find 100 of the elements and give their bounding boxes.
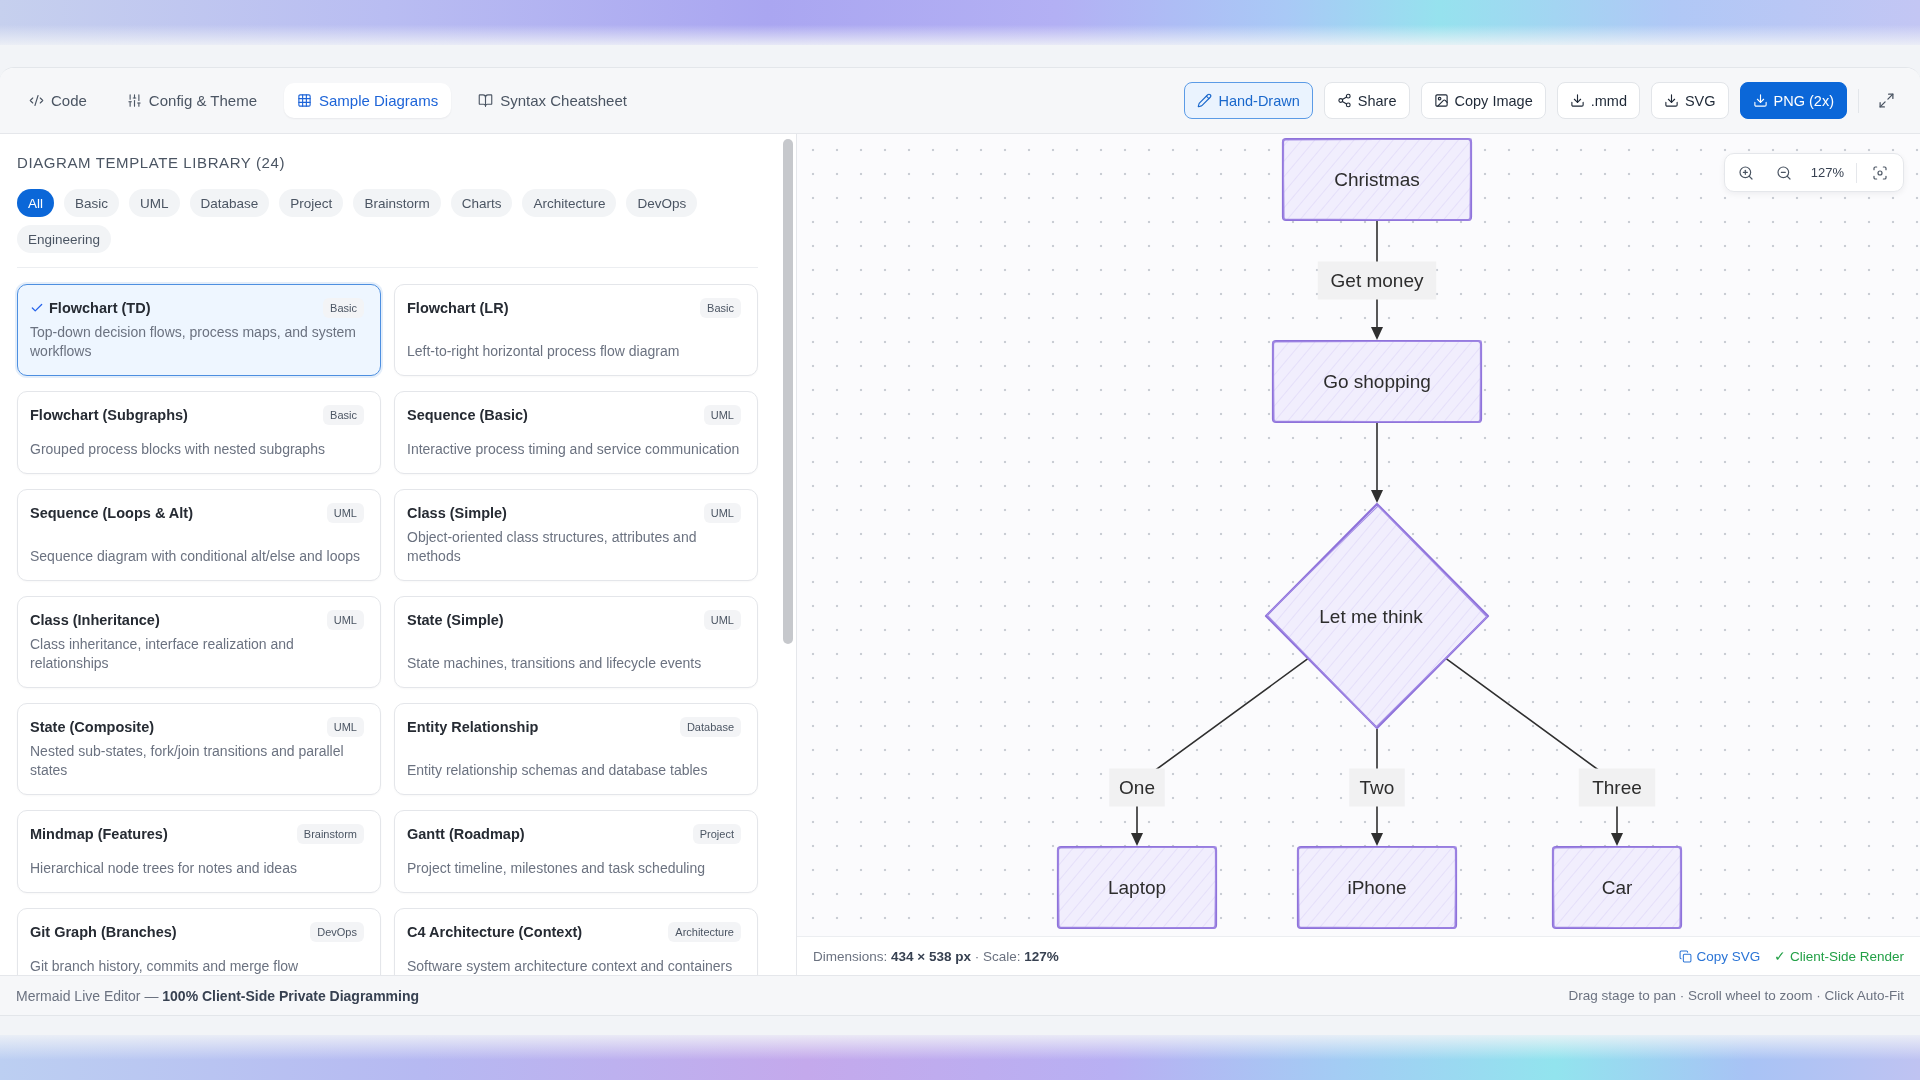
grid-icon [297,93,312,108]
template-card[interactable]: C4 Architecture (Context) Architecture Software system architecture context and containers [394,908,758,975]
filter-chip[interactable]: All [17,189,54,217]
expand-icon [1877,92,1895,109]
card-description: Top-down decision flows, process maps, and system workflows [30,323,358,361]
category-badge: Basic [700,298,741,318]
editor-tab[interactable]: Sample Diagrams [284,83,452,118]
category-badge: Basic [323,298,364,318]
editor-tab[interactable]: Config & Theme [113,83,270,118]
footer-hints: Drag stage to pan · Scroll wheel to zoom · Click Auto-Fit [1568,988,1904,1003]
template-card[interactable]: Sequence (Basic) UML Interactive process timing and service communication [394,391,758,474]
card-description: Nested sub-states, fork/join transitions and parallel states [30,742,345,780]
card-title: Sequence (Loops & Alt) [30,504,193,523]
sliders-icon [126,93,142,108]
category-badge: Brainstorm [296,824,364,844]
zoom-in-icon [1737,164,1754,181]
card-description: Sequence diagram with conditional alt/else and loops [30,547,361,566]
card-description: Interactive process timing and service communication [407,440,741,459]
edge-label: Get money [1317,261,1437,300]
filter-chip[interactable]: Engineering [17,225,112,253]
card-title: C4 Architecture (Context) [407,923,583,942]
share-icon [1336,93,1352,108]
category-badge: UML [703,610,741,630]
process-node: Go shopping [1271,339,1483,424]
card-title: Gantt (Roadmap) [407,825,525,844]
filter-chip[interactable]: DevOps [626,189,698,217]
category-badge: UML [326,610,364,630]
scrollbar-thumb[interactable] [783,139,793,644]
category-badge: UML [326,503,364,523]
process-node: iPhone [1296,845,1458,930]
template-card[interactable]: Class (Inheritance) UML Class inheritance, interface realization and relationships [17,596,381,688]
template-card[interactable]: State (Composite) UML Nested sub-states, fork/join transitions and parallel states [17,703,381,795]
template-card[interactable]: Gantt (Roadmap) Project Project timeline, milestones and task scheduling [394,810,758,893]
filter-chip[interactable]: Basic [64,189,120,217]
template-card[interactable]: Entity Relationship Database Entity relationship schemas and database tables [394,703,758,795]
card-title: Flowchart (TD) [49,299,151,318]
card-description: Left-to-right horizontal process flow diagram [407,342,681,361]
edge-label: Three [1578,768,1656,807]
edge-label: Two [1349,768,1405,807]
process-node: Laptop [1056,845,1218,930]
decision-node: Let me think [1264,502,1490,730]
download-icon [1752,93,1768,108]
template-card[interactable]: State (Simple) UML State machines, transitions and lifecycle events [394,596,758,688]
template-card[interactable]: Sequence (Loops & Alt) UML Sequence diagram with conditional alt/else and loops [17,489,381,581]
copy-svg-link[interactable]: Copy SVG [1679,948,1761,964]
image-icon [1433,93,1449,108]
category-badge: Database [679,717,741,737]
zoom-level: 127% [1809,165,1845,180]
card-title: Git Graph (Branches) [30,923,177,942]
footer-text: Mermaid Live Editor — 100% Client-Side Private Diagramming [16,987,420,1004]
section-title: DIAGRAM TEMPLATE LIBRARY (24) [17,154,287,172]
category-badge: Project [692,824,741,844]
zoom-out-icon [1775,164,1792,181]
filter-chip[interactable]: Database [189,189,270,217]
pencil-icon [1197,93,1213,108]
card-description: State machines, transitions and lifecycle events [407,654,703,673]
toolbar-button[interactable]: PNG (2x) [1739,82,1847,119]
filter-chip[interactable]: Charts [450,189,513,217]
toolbar-button[interactable]: Hand-Drawn [1184,82,1313,119]
card-description: Grouped process blocks with nested subgraphs [30,440,326,459]
template-card[interactable]: Flowchart (TD) Basic Top-down decision flows, process maps, and system workflows [17,284,381,376]
filter-chip[interactable]: Project [279,189,344,217]
canvas-info: Dimensions: 434 × 538 px · Scale: 127% [813,948,1059,964]
card-description: Class inheritance, interface realization and relationships [30,635,295,673]
toolbar-button[interactable]: Share [1323,82,1410,119]
download-icon [1569,93,1585,108]
filter-chip[interactable]: UML [129,189,180,217]
filter-chip[interactable]: Brainstorm [353,189,441,217]
category-badge: UML [703,405,741,425]
download-icon [1663,93,1679,108]
template-card[interactable]: Class (Simple) UML Object-oriented class structures, attributes and methods [394,489,758,581]
copy-icon [1679,949,1693,963]
toolbar-button[interactable]: SVG [1650,82,1729,119]
category-badge: Architecture [668,922,741,942]
card-title: Flowchart (LR) [407,299,509,318]
card-title: Class (Inheritance) [30,611,160,630]
process-node: Car [1551,845,1683,930]
editor-tab[interactable]: Code [16,83,100,118]
toolbar-button[interactable]: Copy Image [1420,82,1546,119]
card-description: Hierarchical node trees for notes and ideas [30,859,298,878]
edge-label: One [1109,768,1165,807]
category-badge: DevOps [310,922,364,942]
category-badge: Basic [323,405,364,425]
template-card[interactable]: Flowchart (Subgraphs) Basic Grouped process blocks with nested subgraphs [17,391,381,474]
filter-chip[interactable]: Architecture [522,189,617,217]
card-description: Software system architecture context and containers [407,957,734,975]
toolbar-button[interactable]: .mmd [1556,82,1640,119]
card-description: Object-oriented class structures, attributes and methods [407,528,698,566]
card-title: Sequence (Basic) [407,406,528,425]
card-title: Class (Simple) [407,504,507,523]
template-card[interactable]: Mindmap (Features) Brainstorm Hierarchical node trees for notes and ideas [17,810,381,893]
card-description: Entity relationship schemas and database tables [407,761,709,780]
process-node: Christmas [1281,137,1473,222]
card-title: Entity Relationship [407,718,539,737]
template-card[interactable]: Git Graph (Branches) DevOps Git branch history, commits and merge flow [17,908,381,975]
template-card[interactable]: Flowchart (LR) Basic Left-to-right horizontal process flow diagram [394,284,758,376]
category-badge: UML [326,717,364,737]
editor-tab[interactable]: Syntax Cheatsheet [465,83,640,118]
code-icon [29,93,44,108]
card-title: State (Simple) [407,611,504,630]
